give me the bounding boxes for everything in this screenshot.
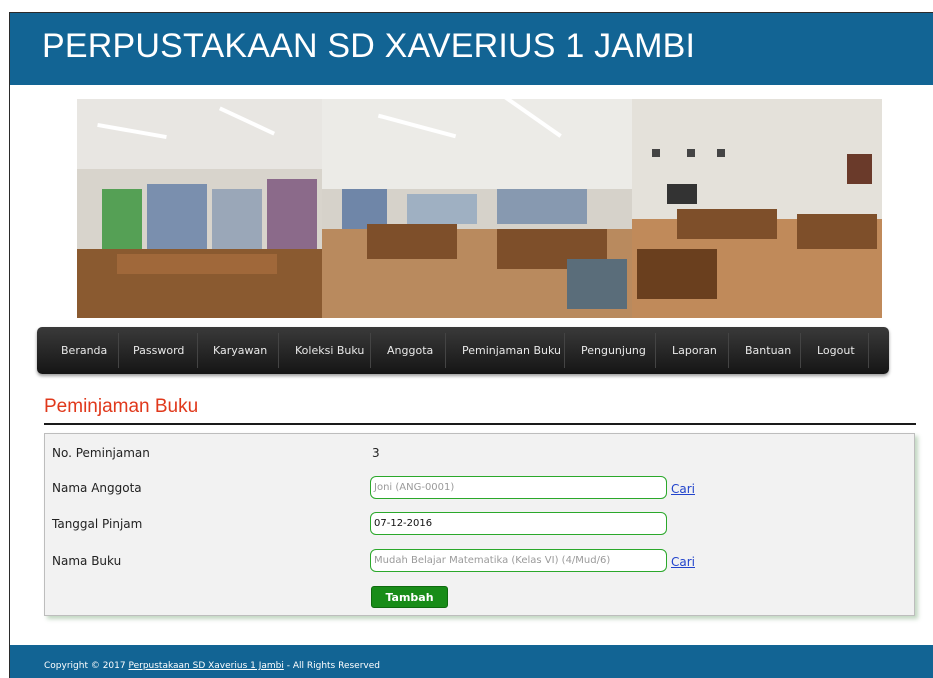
nav-separator [564, 333, 565, 368]
nav-separator [655, 333, 656, 368]
cari-anggota-link[interactable]: Cari [671, 482, 695, 496]
heading-divider [44, 423, 916, 425]
nama-anggota-label: Nama Anggota [52, 481, 142, 495]
page-title: Peminjaman Buku [44, 396, 199, 417]
no-peminjaman-label: No. Peminjaman [52, 446, 150, 460]
nav-password[interactable]: Password [133, 327, 184, 374]
nav-separator [197, 333, 198, 368]
nav-pengunjung[interactable]: Pengunjung [581, 327, 646, 374]
nama-buku-field[interactable]: Mudah Belajar Matematika (Kelas VI) (4/M… [370, 549, 667, 572]
nav-laporan[interactable]: Laporan [672, 327, 717, 374]
tanggal-pinjam-field[interactable]: 07-12-2016 [370, 512, 667, 535]
library-banner-image [77, 99, 882, 318]
no-peminjaman-value: 3 [372, 446, 380, 460]
nav-koleksi-buku[interactable]: Koleksi Buku [295, 327, 364, 374]
nav-separator [278, 333, 279, 368]
main-navigation: Beranda Password Karyawan Koleksi Buku A… [37, 327, 889, 374]
footer-suffix: - All Rights Reserved [283, 661, 380, 671]
cari-buku-link[interactable]: Cari [671, 555, 695, 569]
nav-separator [728, 333, 729, 368]
tanggal-pinjam-label: Tanggal Pinjam [52, 517, 143, 531]
nav-beranda[interactable]: Beranda [61, 327, 107, 374]
footer-copyright: Copyright © 2017 Perpustakaan SD Xaveriu… [44, 661, 380, 671]
site-title: PERPUSTAKAAN SD XAVERIUS 1 JAMBI [42, 27, 696, 65]
nama-buku-label: Nama Buku [52, 554, 122, 568]
nav-logout[interactable]: Logout [817, 327, 855, 374]
nav-peminjaman-buku[interactable]: Peminjaman Buku [462, 327, 561, 374]
nav-separator [445, 333, 446, 368]
nav-separator [118, 333, 119, 368]
nav-bantuan[interactable]: Bantuan [745, 327, 791, 374]
footer-site-link[interactable]: Perpustakaan SD Xaverius 1 Jambi [128, 661, 283, 671]
nama-anggota-field[interactable]: Joni (ANG-0001) [370, 476, 667, 499]
nav-separator [868, 333, 869, 368]
tambah-button[interactable]: Tambah [371, 586, 448, 608]
nav-separator [370, 333, 371, 368]
footer-prefix: Copyright © 2017 [44, 661, 129, 671]
nav-separator [800, 333, 801, 368]
site-header: PERPUSTAKAAN SD XAVERIUS 1 JAMBI [10, 13, 933, 85]
nav-anggota[interactable]: Anggota [387, 327, 433, 374]
nav-karyawan[interactable]: Karyawan [213, 327, 267, 374]
